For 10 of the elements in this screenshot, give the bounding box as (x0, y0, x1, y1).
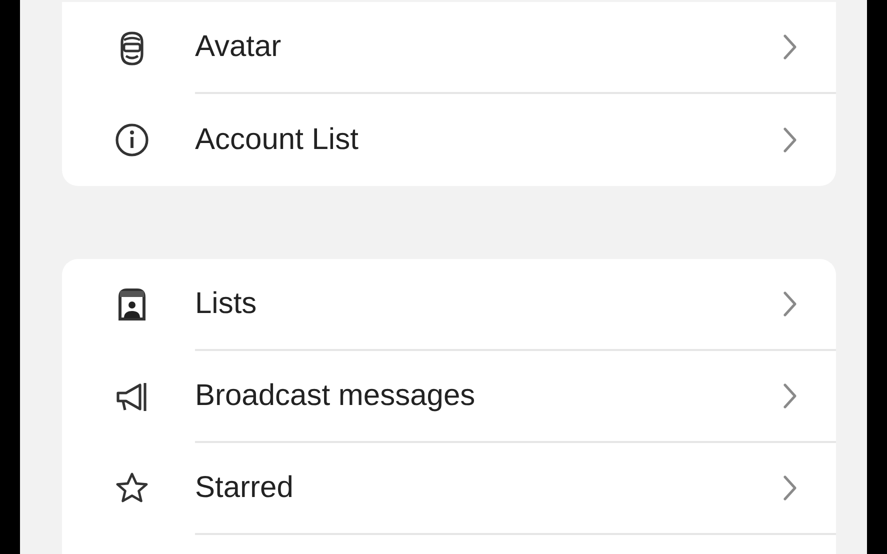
chevron-icon[interactable] (782, 126, 798, 154)
chevron-icon[interactable] (782, 382, 798, 410)
chevron-icon[interactable] (782, 290, 798, 318)
row-label[interactable]: Avatar (195, 30, 282, 64)
row-label[interactable]: Lists (195, 287, 257, 321)
row-label[interactable]: Broadcast messages (195, 379, 476, 413)
chevron-icon[interactable] (782, 474, 798, 502)
chevron-icon[interactable] (782, 33, 798, 61)
row-label[interactable]: Starred (195, 471, 294, 505)
row-label[interactable]: Account List (195, 123, 358, 157)
